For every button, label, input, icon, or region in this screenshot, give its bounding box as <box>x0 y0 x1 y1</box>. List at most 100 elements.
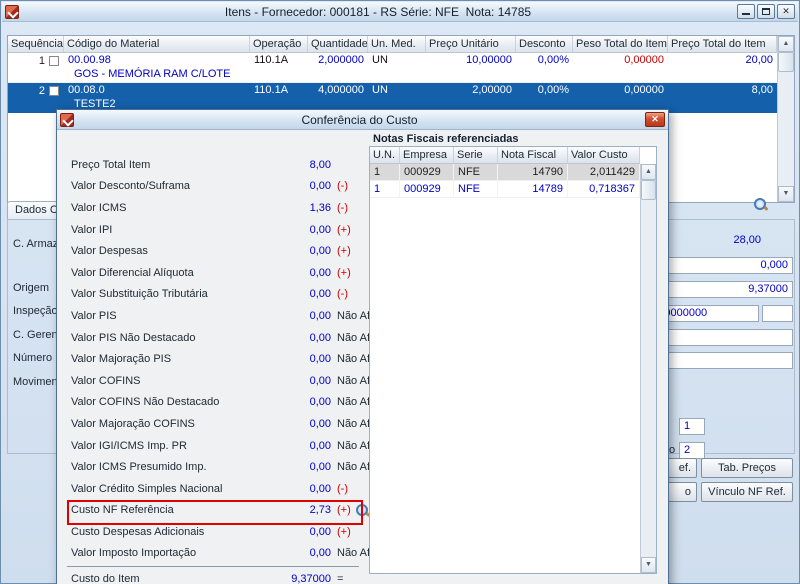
cost-line-label: Valor Diferencial Alíquota <box>71 266 194 279</box>
minimize-button[interactable] <box>737 4 755 19</box>
column-header[interactable]: U.N. <box>370 147 400 163</box>
ref-table-scrollbar[interactable]: ▲ ▼ <box>640 164 656 573</box>
column-header[interactable]: Valor Custo <box>568 147 640 163</box>
column-header[interactable]: Peso Total do Item <box>573 36 668 52</box>
column-header[interactable]: Operação <box>250 36 308 52</box>
items-table-header: Sequência Código do Material Operação Quant… <box>8 36 777 53</box>
cost-line: Valor Substituição Tributária 0,00 (-) <box>67 284 407 306</box>
cost-line-label: Preço Total Item <box>71 158 151 171</box>
tab-precos-button[interactable]: Tab. Preços <box>701 458 793 478</box>
row-codigo: 00.00.98 <box>68 54 111 66</box>
minimize-icon <box>742 13 750 15</box>
table-row[interactable]: 1 000929 NFE 14789 0,718367 <box>370 181 640 198</box>
row-desconto: 0,00% <box>537 84 569 96</box>
ref-notes-group: U.N. Empresa Serie Nota Fiscal Valor Custo 1… <box>369 146 657 574</box>
cost-line: Valor Crédito Simples Nacional 0,00 (-) <box>67 478 407 500</box>
ref-table-rows: 1 000929 NFE 14790 2,011429 1 000929 NFE 14789 0,… <box>370 164 640 198</box>
cost-line: Valor PIS 0,00 Não Afeta <box>67 305 407 327</box>
cost-line-value: 0,00 <box>309 353 331 366</box>
column-header[interactable]: Serie <box>454 147 498 163</box>
search-icon[interactable] <box>753 197 768 212</box>
cost-line: Valor ICMS Presumido Imp. 0,00 Não Afeta <box>67 456 407 478</box>
row-un-med: UN <box>372 84 388 96</box>
scroll-up-icon[interactable]: ▲ <box>778 36 794 52</box>
scrollbar-thumb[interactable] <box>778 52 794 72</box>
dialog-titlebar: Conferência do Custo <box>57 110 668 130</box>
form-field-small-1[interactable]: 1 <box>679 418 705 435</box>
ref-nota_fiscal: 14789 <box>498 181 568 197</box>
column-header[interactable]: Preço Total do Item <box>668 36 777 52</box>
cost-line: Valor Majoração COFINS 0,00 Não Afeta <box>67 413 407 435</box>
column-header[interactable]: Desconto <box>516 36 573 52</box>
row-quantidade: 4,000000 <box>318 84 364 96</box>
row-desconto: 0,00% <box>537 54 569 66</box>
ref-table: U.N. Empresa Serie Nota Fiscal Valor Custo 1… <box>370 147 640 573</box>
maximize-button[interactable] <box>757 4 775 19</box>
close-button[interactable] <box>777 4 795 19</box>
column-header[interactable]: Preço Unitário <box>426 36 516 52</box>
cost-line-label: Valor IGI/ICMS Imp. PR <box>71 439 187 452</box>
ref-nota_fiscal: 14790 <box>498 164 568 180</box>
scrollbar-track[interactable] <box>641 200 656 557</box>
form-label-c-armaz: C. Armaz <box>13 238 59 250</box>
row-operacao: 110.1A <box>254 84 289 96</box>
column-header[interactable]: Empresa <box>400 147 454 163</box>
scroll-down-icon[interactable]: ▼ <box>641 557 656 573</box>
ref-table-header: U.N. Empresa Serie Nota Fiscal Valor Custo <box>370 147 640 164</box>
cost-line-value: 0,00 <box>309 266 331 279</box>
cost-line: Valor PIS Não Destacado 0,00 Não Afeta <box>67 327 407 349</box>
column-header[interactable]: Código do Material <box>64 36 250 52</box>
items-table-scrollbar[interactable]: ▲ ▼ <box>777 36 794 202</box>
column-header[interactable]: Nota Fiscal <box>498 147 568 163</box>
form-label-origem: Origem <box>13 282 50 294</box>
magnifier-icon[interactable] <box>355 503 370 518</box>
cost-line-value: 0,00 <box>309 288 331 301</box>
form-field-c-aux[interactable] <box>762 305 793 322</box>
row-checkbox[interactable] <box>49 85 59 96</box>
cost-line: Custo NF Referência 2,73 (+) <box>67 499 407 525</box>
form-value-28: 28,00 <box>733 234 761 246</box>
table-row[interactable]: 1 00.00.98 110.1A 2,000000 UN 10,00000 0,00% 0,… <box>8 53 777 83</box>
column-header[interactable]: Un. Med. <box>368 36 426 52</box>
scroll-up-icon[interactable]: ▲ <box>641 164 656 180</box>
cost-line-value: 0,00 <box>309 439 331 452</box>
dialog-body: Preço Total Item 8,00 Valor Desconto/Sufra… <box>57 130 668 584</box>
scroll-down-icon[interactable]: ▼ <box>778 186 794 202</box>
row-quantidade: 2,000000 <box>318 54 364 66</box>
items-table-rows: 1 00.00.98 110.1A 2,000000 UN 10,00000 0,00% 0,… <box>8 53 777 113</box>
form-field-small-2[interactable]: 2 <box>679 442 705 459</box>
vinculo-nf-button[interactable]: Vínculo NF Ref. <box>701 482 793 502</box>
column-header[interactable]: Quantidade <box>308 36 368 52</box>
ref-un: 1 <box>370 164 400 180</box>
cost-line-label: Valor COFINS Não Destacado <box>71 396 220 409</box>
table-row[interactable]: 1 000929 NFE 14790 2,011429 <box>370 164 640 181</box>
cost-line-label: Valor Desconto/Suframa <box>71 180 191 193</box>
row-preco-total: 20,00 <box>745 54 773 66</box>
cost-line-label: Valor Imposto Importação <box>71 547 197 560</box>
cost-line-label: Valor Despesas <box>71 245 148 258</box>
ref-valor_custo: 0,718367 <box>568 181 640 197</box>
row-preco-total: 8,00 <box>751 84 773 96</box>
scrollbar-thumb[interactable] <box>641 180 656 200</box>
window-title: Itens - Fornecedor: 000181 - RS Série: N… <box>224 4 532 19</box>
scrollbar-track[interactable] <box>778 72 794 186</box>
cost-line-value: 0,00 <box>309 223 331 236</box>
row-peso-total: 0,00000 <box>624 54 664 66</box>
cost-line: Valor IPI 0,00 (+) <box>67 219 407 241</box>
row-sequence: 1 <box>38 54 45 67</box>
cost-line-label: Valor Majoração COFINS <box>71 417 195 430</box>
column-header[interactable]: Sequência <box>8 36 64 52</box>
cost-total-value: 9,37000 <box>291 573 331 584</box>
cost-line: Custo Despesas Adicionais 0,00 (+) <box>67 521 407 543</box>
cost-line-label: Valor Crédito Simples Nacional <box>71 482 223 495</box>
cost-line-value: 0,00 <box>309 525 331 538</box>
form-label-numero: Número <box>13 352 53 364</box>
row-sequence: 2 <box>38 84 45 97</box>
cost-line-value: 0,00 <box>309 482 331 495</box>
cost-line: Valor ICMS 1,36 (-) <box>67 197 407 219</box>
dialog-close-button[interactable] <box>645 112 665 127</box>
cost-dialog: Conferência do Custo Preço Total Item 8,0… <box>56 109 669 584</box>
cost-line-value: 0,00 <box>309 180 331 193</box>
row-checkbox[interactable] <box>49 55 59 66</box>
ref-notes-title: Notas Fiscais referenciadas <box>373 133 519 145</box>
